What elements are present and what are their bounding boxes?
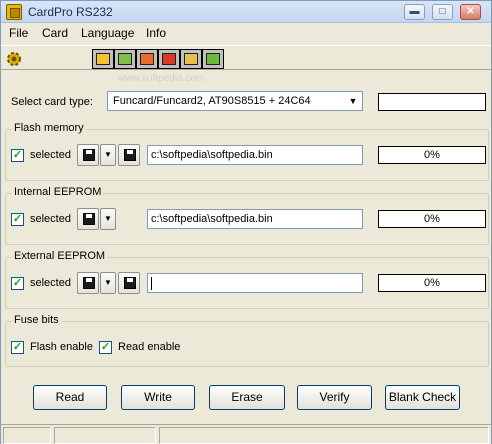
flash-options-dropdown[interactable]: ▼: [100, 144, 116, 166]
flash-selected-checkbox[interactable]: ✓: [11, 149, 24, 162]
save-icon: [124, 277, 136, 289]
external-eeprom-title: External EEPROM: [12, 250, 108, 262]
external-progress-bar: 0%: [378, 274, 486, 292]
status-panel-1: [3, 427, 51, 444]
floppy-disk-icon: [83, 149, 95, 161]
app-window: CardPro RS232 ▬ □ ✕ File Card Language I…: [0, 0, 492, 444]
card-type-value: Funcard/Funcard2, AT90S8515 + 24C64: [113, 95, 311, 107]
internal-selected-label: selected: [30, 213, 71, 225]
window-title: CardPro RS232: [28, 5, 113, 19]
flash-selected-label: selected: [30, 149, 71, 161]
floppy-disk-icon: [83, 277, 95, 289]
status-panel-3: [159, 427, 489, 444]
external-load-button[interactable]: [77, 272, 99, 294]
flash-enable-checkbox[interactable]: ✓: [11, 341, 24, 354]
menu-language[interactable]: Language: [81, 26, 134, 40]
floppy-disk-icon: [83, 213, 95, 225]
chip-card-icon: [6, 4, 22, 20]
watermark: www.softpedia.com: [118, 73, 205, 84]
toolbar: [1, 45, 491, 70]
card-blank-icon[interactable]: [180, 49, 202, 69]
write-button[interactable]: Write: [121, 385, 195, 410]
settings-icon[interactable]: [4, 49, 24, 69]
verify-button[interactable]: Verify: [297, 385, 372, 410]
internal-load-button[interactable]: [77, 208, 99, 230]
menu-bar: File Card Language Info: [1, 23, 491, 43]
read-enable-checkbox[interactable]: ✓: [99, 341, 112, 354]
erase-button[interactable]: Erase: [209, 385, 285, 410]
internal-path-value: c:\softpedia\softpedia.bin: [151, 213, 273, 225]
flash-progress-value: 0%: [424, 149, 440, 161]
flash-progress-bar: 0%: [378, 146, 486, 164]
card-write-icon[interactable]: [114, 49, 136, 69]
card-check-icon[interactable]: [202, 49, 224, 69]
external-save-button[interactable]: [118, 272, 140, 294]
flash-enable-label: Flash enable: [30, 341, 93, 353]
menu-info[interactable]: Info: [146, 26, 166, 40]
close-button[interactable]: ✕: [460, 4, 481, 20]
external-selected-checkbox[interactable]: ✓: [11, 277, 24, 290]
external-path-input[interactable]: [147, 273, 363, 293]
external-selected-label: selected: [30, 277, 71, 289]
blank-check-button[interactable]: Blank Check: [385, 385, 460, 410]
flash-path-value: c:\softpedia\softpedia.bin: [151, 149, 273, 161]
status-bar: [1, 424, 491, 444]
external-progress-value: 0%: [424, 277, 440, 289]
text-caret: [151, 277, 152, 290]
flash-load-button[interactable]: [77, 144, 99, 166]
status-panel-2: [54, 427, 156, 444]
internal-options-dropdown[interactable]: ▼: [100, 208, 116, 230]
title-bar[interactable]: CardPro RS232 ▬ □ ✕: [1, 1, 491, 23]
flash-save-button[interactable]: [118, 144, 140, 166]
card-erase-icon[interactable]: [136, 49, 158, 69]
menu-card[interactable]: Card: [42, 26, 68, 40]
save-icon: [124, 149, 136, 161]
minimize-button[interactable]: ▬: [404, 4, 425, 20]
card-progress-bar: [378, 93, 486, 111]
internal-progress-value: 0%: [424, 213, 440, 225]
external-options-dropdown[interactable]: ▼: [100, 272, 116, 294]
flash-path-input[interactable]: c:\softpedia\softpedia.bin: [147, 145, 363, 165]
maximize-button[interactable]: □: [432, 4, 453, 20]
internal-eeprom-title: Internal EEPROM: [12, 186, 104, 198]
card-type-select[interactable]: Funcard/Funcard2, AT90S8515 + 24C64 ▼: [107, 91, 363, 111]
card-read-icon[interactable]: [92, 49, 114, 69]
fuse-bits-title: Fuse bits: [12, 314, 61, 326]
internal-progress-bar: 0%: [378, 210, 486, 228]
flash-memory-title: Flash memory: [12, 122, 86, 134]
card-type-label: Select card type:: [11, 96, 93, 108]
card-verify-icon[interactable]: [158, 49, 180, 69]
read-button[interactable]: Read: [33, 385, 107, 410]
read-enable-label: Read enable: [118, 341, 181, 353]
menu-file[interactable]: File: [9, 26, 28, 40]
internal-selected-checkbox[interactable]: ✓: [11, 213, 24, 226]
internal-path-input[interactable]: c:\softpedia\softpedia.bin: [147, 209, 363, 229]
chevron-down-icon[interactable]: ▼: [345, 93, 361, 109]
